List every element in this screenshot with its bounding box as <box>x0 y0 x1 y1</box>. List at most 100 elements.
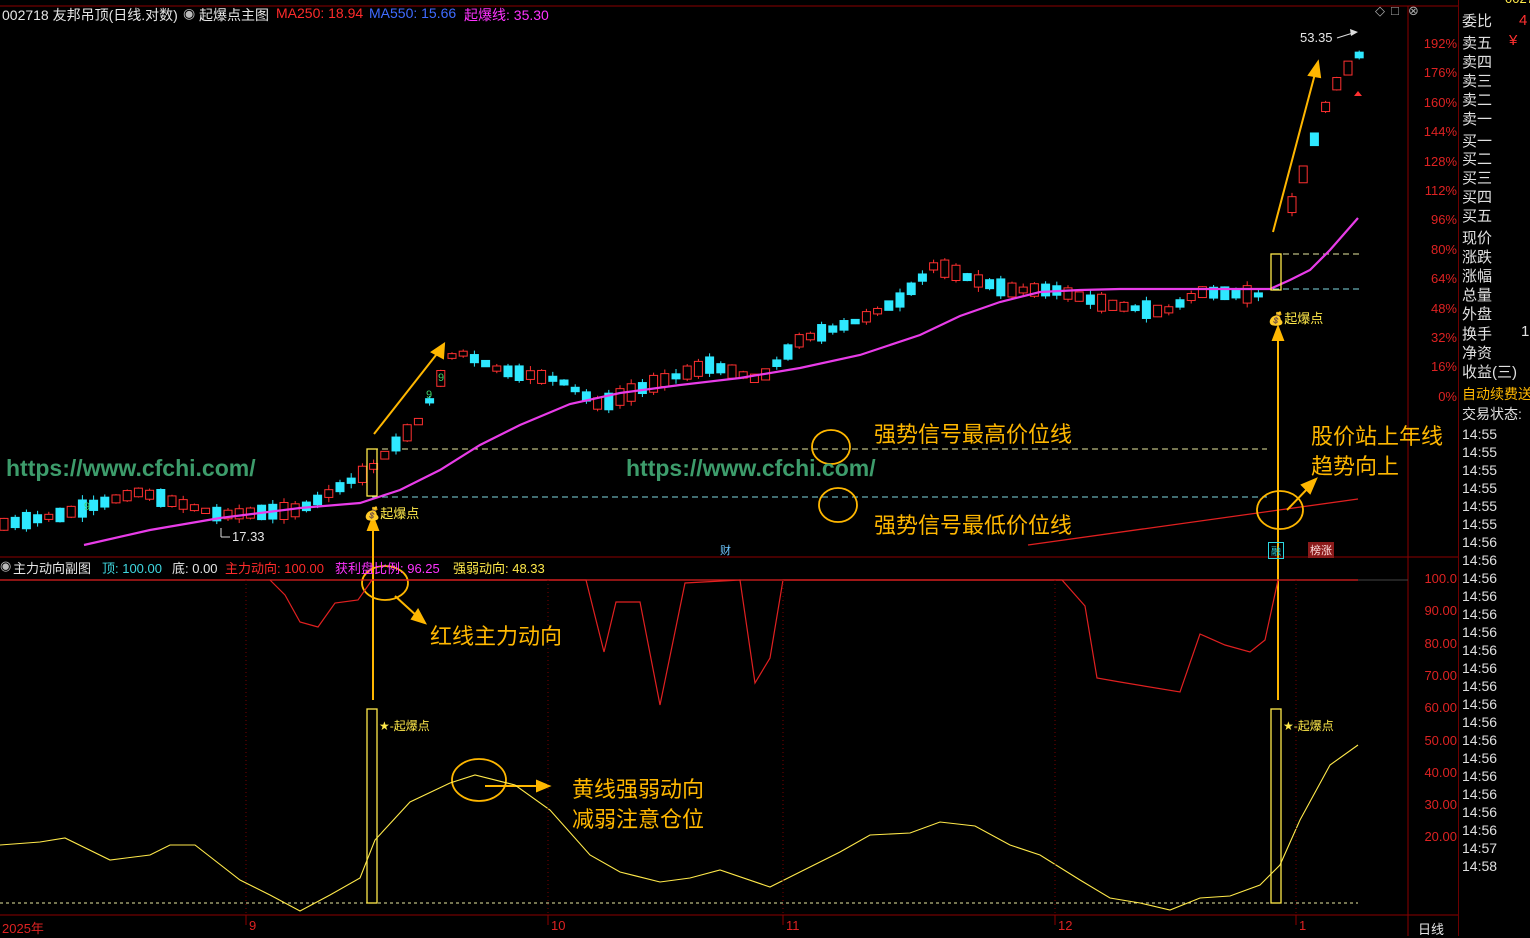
yellow-line-annotation-2: 减弱注意仓位 <box>572 807 705 832</box>
candle-body <box>156 488 166 507</box>
sub-y-tick-5: 50.00 <box>1424 732 1457 748</box>
candle-body <box>705 356 715 374</box>
trade-time-15: 14:56 <box>1462 696 1498 712</box>
candle-body <box>548 375 558 382</box>
candle-body <box>402 424 412 442</box>
candle-body <box>1332 77 1342 91</box>
trade-time-18: 14:56 <box>1462 750 1498 766</box>
panel-label-10: 买五 <box>1462 208 1493 225</box>
trade-time-8: 14:56 <box>1462 570 1498 586</box>
candle-body <box>1074 291 1084 302</box>
candle-body <box>772 359 782 367</box>
sub-y-tick-6: 40.00 <box>1424 764 1457 780</box>
candle-body <box>861 311 871 323</box>
panel-label-17: 净资 <box>1462 345 1493 362</box>
candle-body <box>1130 305 1140 312</box>
trade-time-24: 14:58 <box>1462 858 1498 874</box>
candle-body <box>44 513 54 520</box>
nine-marker-2: 9 <box>426 389 433 401</box>
x-tick-2025: 2025年 <box>2 921 44 936</box>
candle-body <box>178 499 188 510</box>
signal-label-2: 💰起爆点 <box>1268 311 1324 326</box>
sub-y-tick-7: 30.00 <box>1424 797 1457 813</box>
quote-panel: 0027 委比卖五卖四卖三卖二卖一买一买二买三买四买五现价涨跌涨幅总量外盘换手净… <box>1458 0 1530 936</box>
sub-indicator-icon[interactable]: ◉ <box>0 558 11 574</box>
sub-signal-label-2: ★-起爆点 <box>1283 719 1334 733</box>
candle-body <box>1231 289 1241 299</box>
trade-time-4: 14:55 <box>1462 498 1498 514</box>
candle-body <box>469 354 479 364</box>
watermark-center: https://www.cfchi.com/ <box>626 455 876 481</box>
watermark-left: https://www.cfchi.com/ <box>6 455 256 481</box>
sub-y-tick-2: 80.00 <box>1424 635 1457 651</box>
sub-top-label: 顶: 100.00 <box>102 561 162 576</box>
candle-body <box>290 503 300 518</box>
candle-body <box>839 320 849 331</box>
trade-time-9: 14:56 <box>1462 588 1498 604</box>
candle-body <box>794 334 804 348</box>
candle-body <box>55 507 65 523</box>
x-tick-11: 11 <box>786 918 800 933</box>
candle-body <box>1309 132 1319 147</box>
trade-time-20: 14:56 <box>1462 786 1498 802</box>
candle-body <box>828 325 838 333</box>
trade-time-13: 14:56 <box>1462 660 1498 676</box>
candle-body <box>962 273 972 282</box>
candle-body <box>503 365 513 378</box>
up-badge[interactable]: 榜涨 <box>1308 542 1334 558</box>
trade-time-1: 14:55 <box>1462 444 1498 460</box>
candle-body <box>985 279 995 290</box>
period-tab[interactable]: 日线 <box>1418 919 1444 938</box>
sub-y-tick-4: 60.00 <box>1424 700 1457 716</box>
sub-chart-title[interactable]: 主力动向副图 <box>13 558 91 577</box>
candle-body <box>1097 293 1107 312</box>
rong-badge[interactable]: 融 <box>1268 542 1284 559</box>
high-line-annotation: 强势信号最高价位线 <box>874 422 1073 447</box>
candle-body <box>973 274 983 288</box>
trade-time-10: 14:56 <box>1462 606 1498 622</box>
panel-label-11: 现价 <box>1462 230 1493 247</box>
candle-body <box>0 517 9 531</box>
finance-badge[interactable]: 财 <box>718 542 733 558</box>
candle-body <box>1141 300 1151 319</box>
trade-time-22: 14:56 <box>1462 822 1498 838</box>
panel-label-1: 卖五 <box>1462 35 1493 52</box>
candle-body <box>133 487 143 498</box>
candle-body <box>1164 306 1174 314</box>
trade-time-12: 14:56 <box>1462 642 1498 658</box>
red-line-annotation: 红线主力动向 <box>430 624 563 649</box>
candle-body <box>671 373 681 380</box>
profit-ratio-label: 获利盘比例: 96.25 <box>335 561 440 576</box>
candle-body <box>716 363 726 374</box>
candle-body <box>89 499 99 511</box>
candle-body <box>525 370 535 380</box>
turnover-value: 1 <box>1521 323 1530 340</box>
trade-time-11: 14:56 <box>1462 624 1498 640</box>
yellow-line-annotation-1: 黄线强弱动向 <box>572 777 705 802</box>
panel-label-4: 卖二 <box>1462 92 1493 109</box>
candle-body <box>167 495 177 507</box>
high-price-label: 53.35 <box>1300 30 1333 45</box>
main-y-tick-0: 192% <box>1423 36 1457 51</box>
candle-body <box>929 262 939 271</box>
x-tick-9: 9 <box>249 918 257 933</box>
candle-body <box>1041 283 1051 297</box>
trade-time-2: 14:55 <box>1462 462 1498 478</box>
candle-body <box>33 514 43 524</box>
panel-label-14: 总量 <box>1462 287 1493 304</box>
trade-time-5: 14:55 <box>1462 516 1498 532</box>
signal-candle-1 <box>366 448 378 497</box>
trade-time-14: 14:56 <box>1462 678 1498 694</box>
candle-body <box>1354 51 1364 59</box>
trade-time-23: 14:57 <box>1462 840 1498 856</box>
candle-body <box>391 436 401 452</box>
panel-label-5: 卖一 <box>1462 111 1493 128</box>
candle-body <box>111 494 121 504</box>
candle-body <box>783 344 793 360</box>
main-y-tick-8: 64% <box>1430 271 1457 287</box>
moneybag-icon: 💰 <box>364 506 381 521</box>
panel-label-13: 涨幅 <box>1462 268 1493 285</box>
candle-body <box>145 489 155 500</box>
auto-renew-link[interactable]: 自动续费送 <box>1462 384 1530 404</box>
candle-body <box>189 504 199 512</box>
